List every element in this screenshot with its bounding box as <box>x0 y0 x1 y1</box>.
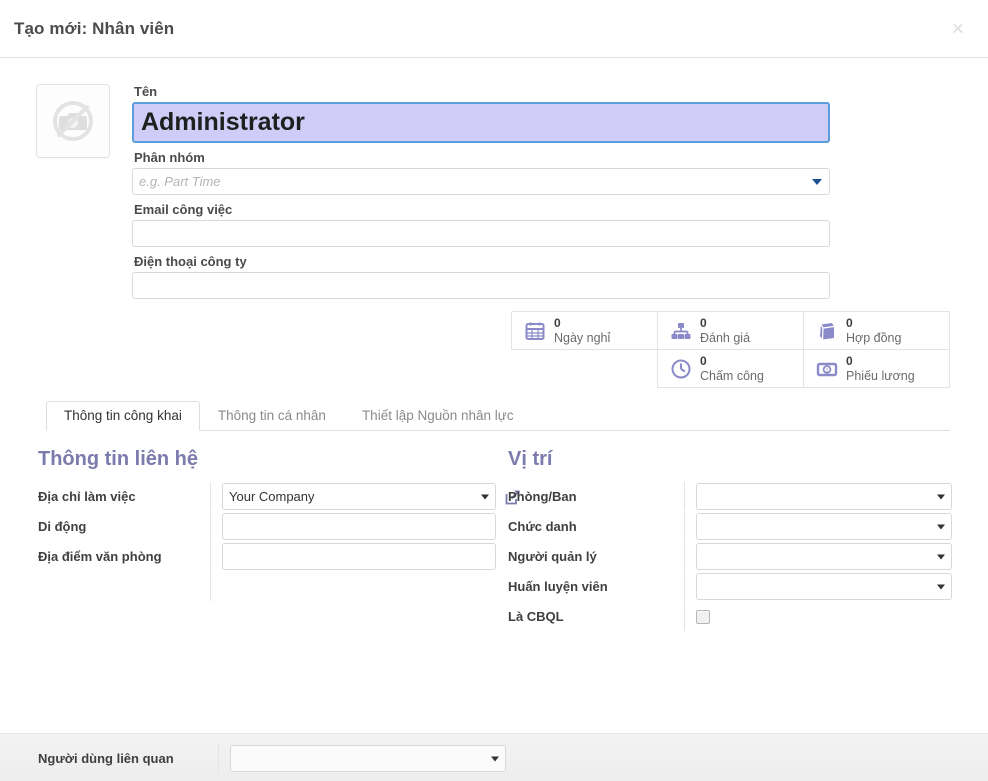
stat-button-grid: 0 Ngày nghỉ 0 Đánh giá 0 Hợp đồng 0 Chấm… <box>511 311 950 388</box>
stat-button-payslips[interactable]: 1 0 Phiếu lương <box>803 350 950 388</box>
job-title-input[interactable] <box>696 513 952 540</box>
field-group-category: Phân nhóm <box>132 150 830 195</box>
label-related-user: Người dùng liên quan <box>38 751 174 766</box>
title-fields: Tên Phân nhóm Email công việc Điện thoại… <box>132 84 830 306</box>
stat-grid-filler <box>511 350 658 388</box>
banknote-icon: 1 <box>816 358 838 380</box>
svg-text:1: 1 <box>826 368 829 374</box>
stat-label: Ngày nghỉ <box>554 330 611 345</box>
label-mobile: Di động <box>38 519 87 534</box>
label-is-manager: Là CBQL <box>508 609 564 624</box>
tab-personal-info[interactable]: Thông tin cá nhân <box>200 401 344 431</box>
related-user-input[interactable] <box>230 745 506 772</box>
field-row-work-address: Địa chỉ làm việc <box>38 482 520 511</box>
category-select[interactable] <box>132 168 830 195</box>
department-select[interactable] <box>696 483 952 510</box>
field-row-is-manager: Là CBQL <box>508 602 950 631</box>
name-input[interactable] <box>132 102 830 143</box>
stat-button-attendance[interactable]: 0 Chấm công <box>657 350 804 388</box>
stat-buttons-area: 0 Ngày nghỉ 0 Đánh giá 0 Hợp đồng 0 Chấm… <box>0 311 988 388</box>
dialog-body: Tên Phân nhóm Email công việc Điện thoại… <box>0 58 988 781</box>
stat-button-contracts[interactable]: 0 Hợp đồng <box>803 312 950 350</box>
field-row-manager: Người quản lý <box>508 542 952 571</box>
is-manager-checkbox[interactable] <box>696 609 710 624</box>
field-row-job-title: Chức danh <box>508 512 952 541</box>
label-department: Phòng/Ban <box>508 489 577 504</box>
position-group: Vị trí Phòng/Ban Chức danh Người quản lý… <box>494 448 952 632</box>
category-input[interactable] <box>132 168 830 195</box>
section-title-contact: Thông tin liên hệ <box>38 448 198 470</box>
no-image-camera-icon <box>48 96 98 146</box>
stat-label: Hợp đồng <box>846 330 902 345</box>
label-manager: Người quản lý <box>508 549 597 564</box>
field-row-coach: Huấn luyện viên <box>508 572 952 601</box>
form-columns: Thông tin liên hệ Địa chỉ làm việc Di độ… <box>0 431 988 632</box>
work-phone-input[interactable] <box>132 272 830 299</box>
label-work-phone: Điện thoại công ty <box>134 254 247 269</box>
office-location-input[interactable] <box>222 543 496 570</box>
label-coach: Huấn luyện viên <box>508 579 608 594</box>
work-address-select[interactable] <box>222 483 496 510</box>
close-icon[interactable]: × <box>946 16 970 41</box>
coach-select[interactable] <box>696 573 952 600</box>
job-title-select[interactable] <box>696 513 952 540</box>
stat-value: 0 <box>700 353 707 368</box>
field-row-office-location: Địa điểm văn phòng <box>38 542 496 571</box>
manager-input[interactable] <box>696 543 952 570</box>
field-group-work-email: Email công việc <box>132 202 830 247</box>
field-group-work-phone: Điện thoại công ty <box>132 254 830 299</box>
label-office-location: Địa điểm văn phòng <box>38 549 162 564</box>
field-row-mobile: Di động <box>38 512 496 541</box>
stat-value: 0 <box>700 315 707 330</box>
label-work-email: Email công việc <box>134 202 233 217</box>
manager-select[interactable] <box>696 543 952 570</box>
section-title-position: Vị trí <box>508 448 553 470</box>
stat-button-leaves[interactable]: 0 Ngày nghỉ <box>511 312 658 350</box>
stat-label: Phiếu lương <box>846 368 915 383</box>
field-group-name: Tên <box>132 84 830 143</box>
left-column-spacer <box>38 572 494 601</box>
stat-button-appraisals[interactable]: 0 Đánh giá <box>657 312 804 350</box>
label-name: Tên <box>134 84 158 99</box>
mobile-input[interactable] <box>222 513 496 540</box>
stat-label: Đánh giá <box>700 330 751 345</box>
label-job-title: Chức danh <box>508 519 577 534</box>
coach-input[interactable] <box>696 573 952 600</box>
label-work-address: Địa chỉ làm việc <box>38 489 136 504</box>
page-title: Tạo mới: Nhân viên <box>14 18 175 38</box>
dialog-header: Tạo mới: Nhân viên × <box>0 0 988 58</box>
work-address-input[interactable] <box>222 483 496 510</box>
calendar-icon <box>524 320 546 342</box>
stat-value: 0 <box>846 353 853 368</box>
avatar[interactable] <box>36 84 110 158</box>
contact-info-group: Thông tin liên hệ Địa chỉ làm việc Di độ… <box>38 448 520 632</box>
sitemap-icon <box>670 320 692 342</box>
department-input[interactable] <box>696 483 952 510</box>
stat-label: Chấm công <box>700 368 764 383</box>
tab-bar: Thông tin công khai Thông tin cá nhân Th… <box>46 400 950 431</box>
field-row-related-user: Người dùng liên quan <box>0 744 988 773</box>
work-email-input[interactable] <box>132 220 830 247</box>
label-category: Phân nhóm <box>134 150 205 165</box>
clock-icon <box>670 358 692 380</box>
field-row-department: Phòng/Ban <box>508 482 952 511</box>
stat-value: 0 <box>846 315 853 330</box>
record-header: Tên Phân nhóm Email công việc Điện thoại… <box>0 58 988 306</box>
related-user-select[interactable] <box>230 745 506 772</box>
book-icon <box>816 320 838 342</box>
tab-public-info[interactable]: Thông tin công khai <box>46 401 200 431</box>
tab-hr-settings[interactable]: Thiết lập Nguồn nhân lực <box>344 401 532 431</box>
stat-value: 0 <box>554 315 561 330</box>
